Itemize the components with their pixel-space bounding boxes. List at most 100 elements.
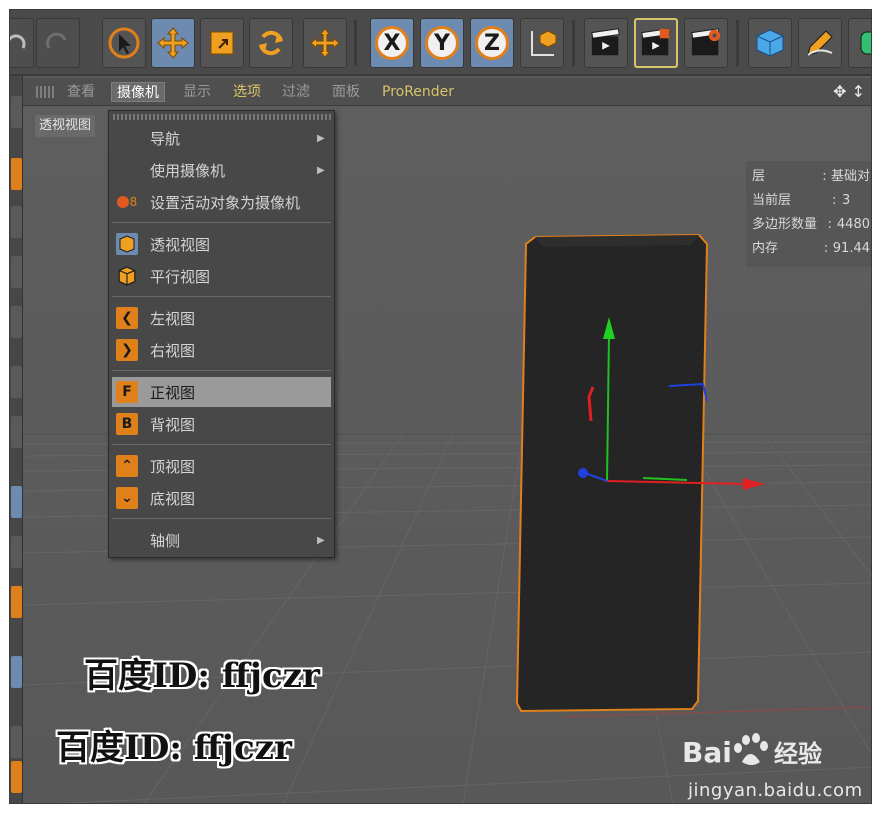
submenu-arrow-icon: ▶ xyxy=(317,132,325,144)
menu-panel[interactable]: 面板 xyxy=(327,82,365,102)
viewport-navigation-icons[interactable]: ✥ ↕ xyxy=(833,82,865,101)
dock-tool-8[interactable] xyxy=(11,486,22,518)
menu-item-label: 导航 xyxy=(150,129,181,148)
dock-tool-10[interactable] xyxy=(11,586,22,618)
paw-icon xyxy=(734,733,768,765)
hud-colon: : xyxy=(823,241,829,256)
dock-tool-2[interactable] xyxy=(11,158,22,190)
hud-row: 当前层 : 3 xyxy=(752,189,870,213)
menu-item-label: 左视图 xyxy=(150,309,196,328)
render-to-picture-viewer-button[interactable] xyxy=(634,18,678,68)
menu-separator xyxy=(112,370,331,371)
dock-tool-13[interactable] xyxy=(11,761,22,793)
left-tool-dock xyxy=(10,76,23,803)
menu-separator xyxy=(112,444,331,445)
dock-tool-11[interactable] xyxy=(11,656,22,688)
menu-view[interactable]: 查看 xyxy=(62,82,100,102)
perspective-cube-icon xyxy=(116,233,138,255)
coordinate-system-button[interactable] xyxy=(520,18,564,68)
menu-item-back-view[interactable]: B 背视图 xyxy=(112,409,331,439)
menu-options[interactable]: 选项 xyxy=(228,82,266,102)
dock-tool-7[interactable] xyxy=(11,416,22,448)
z-axis-lock-button[interactable]: Z xyxy=(470,18,514,68)
menu-item-front-view[interactable]: F 正视图 xyxy=(112,377,331,407)
menu-item-set-active-object-as-camera[interactable]: 8 设置活动对象为摄像机 xyxy=(112,187,331,217)
dock-tool-6[interactable] xyxy=(11,366,22,398)
hud-value: 91.44 xyxy=(832,241,870,256)
menu-filter[interactable]: 过滤 xyxy=(277,82,315,102)
dropdown-tearoff-grip[interactable] xyxy=(113,114,332,120)
clapper-render-icon xyxy=(639,26,673,60)
top-view-icon: ⌃ xyxy=(116,455,138,477)
dock-tool-1[interactable] xyxy=(11,96,22,128)
left-arrow-icon: ❮ xyxy=(116,307,138,329)
menu-item-label: 透视视图 xyxy=(150,235,211,254)
scale-tool-button[interactable] xyxy=(200,18,244,68)
dock-tool-9[interactable] xyxy=(11,536,22,568)
menu-item-label: 顶视图 xyxy=(150,457,196,476)
menu-separator xyxy=(112,296,331,297)
baidu-logo-text: Bai xyxy=(682,736,732,769)
hud-value: 3 xyxy=(842,193,851,208)
transform-tool-button[interactable] xyxy=(303,18,347,68)
front-view-icon: F xyxy=(116,381,138,403)
menu-item-right-view[interactable]: ❯ 右视图 xyxy=(112,335,331,365)
menu-prorender[interactable]: ProRender xyxy=(377,82,459,102)
cinema4d-window: X Y Z 查看 摄像机 显示 选项 过滤 面板 ProRender ✥ ↕ 透… xyxy=(9,9,872,804)
menu-item-parallel-view[interactable]: 平行视图 xyxy=(112,261,331,291)
rotate-tool-button[interactable] xyxy=(249,18,293,68)
render-settings-button[interactable] xyxy=(684,18,728,68)
selected-object[interactable] xyxy=(515,233,709,713)
pen-spline-button[interactable] xyxy=(798,18,842,68)
menu-item-label: 轴侧 xyxy=(150,531,181,550)
back-view-icon: B xyxy=(116,413,138,435)
baidu-id-watermark: 百度ID: ffjczr xyxy=(84,656,320,696)
coordinate-system-icon xyxy=(525,26,559,60)
cube-primitive-button[interactable] xyxy=(748,18,792,68)
hud-colon: : xyxy=(822,169,827,184)
cursor-select-icon xyxy=(107,26,141,60)
subdivision-button[interactable] xyxy=(848,18,871,68)
submenu-arrow-icon: ▶ xyxy=(317,534,325,546)
menu-item-label: 使用摄像机 xyxy=(150,161,226,180)
live-selection-button[interactable] xyxy=(102,18,146,68)
menu-item-bottom-view[interactable]: ⌄ 底视图 xyxy=(112,483,331,513)
submenu-arrow-icon: ▶ xyxy=(317,164,325,176)
pen-icon xyxy=(803,26,837,60)
dock-tool-3[interactable] xyxy=(11,206,22,238)
z-axis-handle-icon[interactable] xyxy=(578,468,588,478)
menu-item-top-view[interactable]: ⌃ 顶视图 xyxy=(112,451,331,481)
undo-icon xyxy=(10,26,33,60)
jingyan-logo-text: 经验 xyxy=(774,740,822,768)
object-top-face xyxy=(535,235,699,247)
redo-button[interactable] xyxy=(36,18,80,68)
x-axis-arrow-icon[interactable] xyxy=(743,478,765,490)
undo-button[interactable] xyxy=(10,18,34,68)
blue-cube-icon xyxy=(753,26,787,60)
render-view-button[interactable] xyxy=(584,18,628,68)
scene-info-hud: 层 : 基础对 当前层 : 3 多边形数量 : 4480 内存 : 91.44 xyxy=(746,161,871,267)
menu-item-label: 右视图 xyxy=(150,341,196,360)
dock-tool-4[interactable] xyxy=(11,256,22,288)
menu-item-label: 平行视图 xyxy=(150,267,211,286)
parallel-cube-icon xyxy=(116,265,138,287)
z-axis-icon: Z xyxy=(475,26,509,60)
menu-item-perspective-view[interactable]: 透视视图 xyxy=(112,229,331,259)
menu-camera[interactable]: 摄像机 xyxy=(111,82,165,102)
menu-item-axonometric[interactable]: 轴侧 ▶ xyxy=(112,525,331,555)
x-axis-lock-button[interactable]: X xyxy=(370,18,414,68)
menu-display[interactable]: 显示 xyxy=(178,82,216,102)
menubar-grip[interactable] xyxy=(36,86,54,98)
hud-key: 层 xyxy=(752,169,766,184)
clapper-icon xyxy=(589,26,623,60)
rotate-icon xyxy=(254,26,288,60)
hud-colon: : xyxy=(827,217,832,232)
menu-item-left-view[interactable]: ❮ 左视图 xyxy=(112,303,331,333)
y-axis-lock-button[interactable]: Y xyxy=(420,18,464,68)
dock-tool-5[interactable] xyxy=(11,306,22,338)
dock-tool-12[interactable] xyxy=(11,726,22,758)
menu-item-navigation[interactable]: 导航 ▶ xyxy=(112,123,331,153)
move-tool-button[interactable] xyxy=(151,18,195,68)
menu-item-use-camera[interactable]: 使用摄像机 ▶ xyxy=(112,155,331,185)
hud-key: 多边形数量 xyxy=(752,217,818,232)
